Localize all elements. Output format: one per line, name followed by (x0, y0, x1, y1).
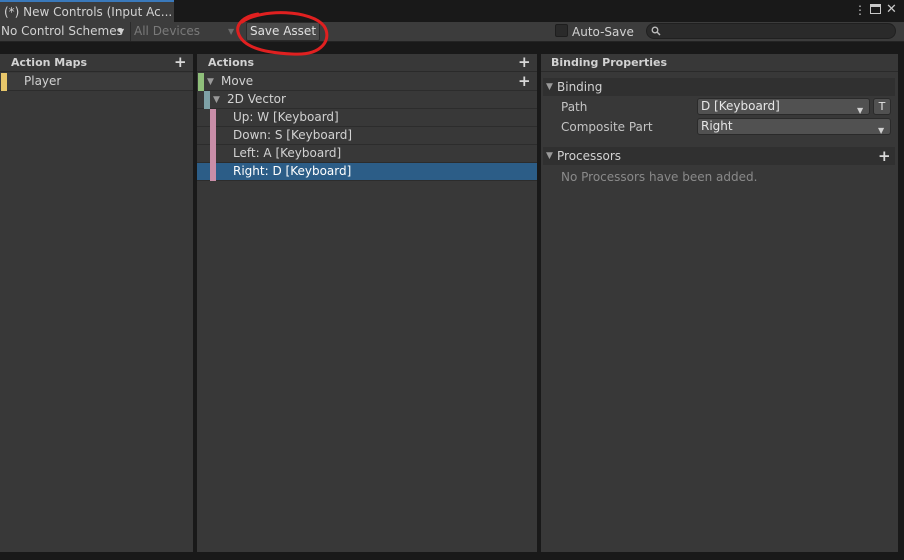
action-color-strip (198, 73, 204, 91)
control-scheme-label: No Control Schemes (1, 24, 123, 38)
devices-label: All Devices (134, 24, 200, 38)
add-binding-icon[interactable]: + (518, 74, 531, 89)
expand-triangle-icon: ▼ (546, 82, 553, 92)
chevron-down-icon: ▼ (228, 27, 235, 36)
autosave-label: Auto-Save (572, 25, 634, 39)
actions-header: Actions + (197, 54, 537, 72)
action-row-label: Left: A [Keyboard] (233, 146, 342, 160)
action-maps-panel: Action Maps + Player (0, 54, 193, 552)
action-map-item-player[interactable]: Player (0, 73, 193, 91)
binding-properties-title: Binding Properties (551, 56, 668, 69)
processors-section-label: Processors (557, 149, 622, 163)
add-action-icon[interactable]: + (518, 55, 531, 70)
action-row[interactable]: ▼ Move + (197, 73, 537, 91)
binding-section-header[interactable]: ▼ Binding (543, 78, 895, 96)
path-label: Path (561, 100, 588, 114)
action-row[interactable]: Down: S [Keyboard] (197, 127, 537, 145)
path-dropdown[interactable]: D [Keyboard] ▼ (697, 98, 870, 115)
action-maps-title: Action Maps (11, 56, 88, 69)
composite-part-dropdown[interactable]: Right ▼ (697, 118, 891, 135)
search-icon (651, 26, 661, 36)
expand-triangle-icon: ▼ (546, 151, 553, 161)
action-row-label: Up: W [Keyboard] (233, 110, 339, 124)
action-color-strip (204, 91, 210, 109)
action-row-label: 2D Vector (227, 92, 286, 106)
chevron-down-icon: ▼ (878, 126, 885, 135)
tab-title: (*) New Controls (Input Ac... (4, 5, 173, 19)
composite-part-value: Right (701, 119, 733, 133)
actions-panel: Actions + ▼ Move + ▼ 2D Vector Up: W [Keyboar… (197, 54, 537, 552)
add-processor-icon[interactable]: + (878, 149, 891, 164)
close-icon[interactable]: ✕ (886, 2, 897, 17)
tab-input-actions[interactable]: (*) New Controls (Input Ac... (0, 0, 174, 22)
binding-section-label: Binding (557, 80, 603, 94)
add-action-map-icon[interactable]: + (174, 55, 187, 70)
action-color-strip (210, 163, 216, 181)
toolbar: No Control Schemes ▼ All Devices ▼ Save … (0, 22, 904, 42)
control-scheme-dropdown[interactable]: No Control Schemes ▼ (0, 22, 128, 41)
autosave-checkbox[interactable] (555, 24, 568, 37)
action-row-label: Move (221, 74, 254, 88)
composite-part-label: Composite Part (561, 120, 653, 134)
devices-dropdown[interactable]: All Devices ▼ (130, 22, 242, 41)
chevron-down-icon: ▼ (857, 106, 864, 115)
binding-properties-header: Binding Properties (541, 54, 898, 72)
expand-triangle-icon[interactable]: ▼ (207, 77, 214, 87)
action-map-label: Player (24, 74, 62, 88)
expand-triangle-icon[interactable]: ▼ (213, 95, 220, 105)
processors-section-header[interactable]: ▼ Processors + (543, 147, 895, 165)
path-value: D [Keyboard] (701, 99, 780, 113)
action-row[interactable]: ▼ 2D Vector (197, 91, 537, 109)
action-row-label: Down: S [Keyboard] (233, 128, 353, 142)
binding-properties-panel: Binding Properties ▼ Binding Path D [Key… (541, 54, 898, 552)
action-row-label: Right: D [Keyboard] (233, 164, 352, 178)
chevron-down-icon: ▼ (118, 27, 125, 36)
action-color-strip (210, 109, 216, 127)
actions-title: Actions (208, 56, 254, 69)
action-row[interactable]: Left: A [Keyboard] (197, 145, 537, 163)
kebab-menu-icon[interactable]: ⋮ (854, 3, 866, 17)
action-color-strip (210, 127, 216, 145)
search-input[interactable] (646, 23, 896, 39)
action-maps-header: Action Maps + (0, 54, 193, 72)
t-button[interactable]: T (873, 98, 891, 115)
action-color-strip (210, 145, 216, 163)
action-row[interactable]: Up: W [Keyboard] (197, 109, 537, 127)
action-map-color-strip (1, 73, 7, 91)
tab-strip: (*) New Controls (Input Ac... ⋮ ✕ (0, 0, 904, 22)
save-asset-button[interactable]: Save Asset (246, 22, 320, 41)
action-row[interactable]: Right: D [Keyboard] (197, 163, 537, 181)
processors-empty-message: No Processors have been added. (561, 170, 758, 184)
maximize-icon[interactable] (870, 4, 881, 14)
